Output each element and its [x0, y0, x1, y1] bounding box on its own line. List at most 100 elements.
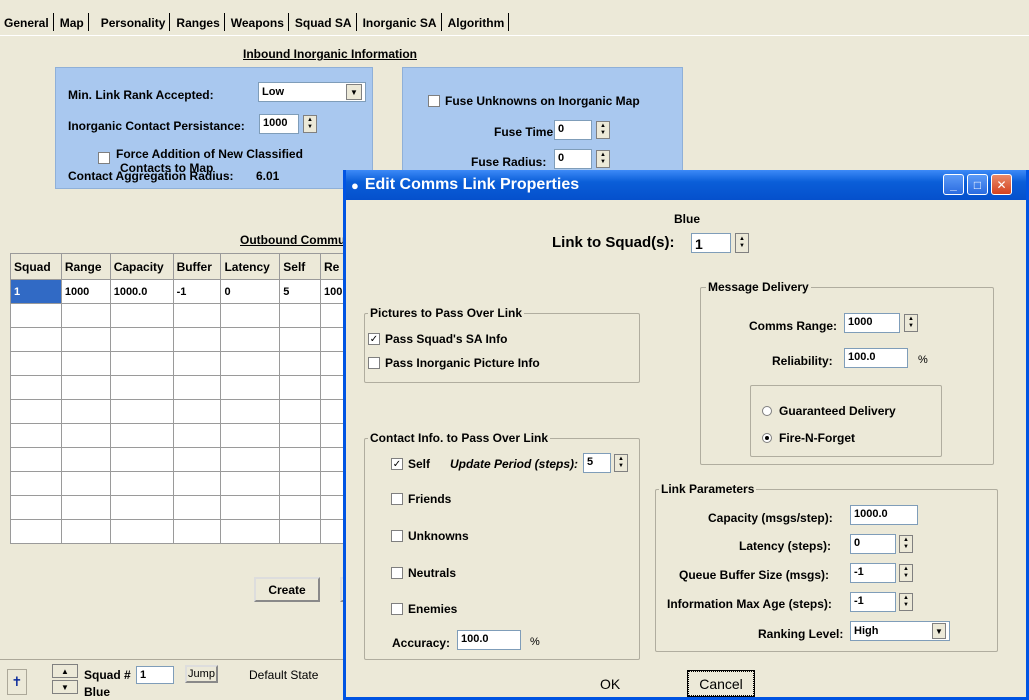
- force-addition-checkbox[interactable]: [98, 152, 110, 164]
- cell-capacity[interactable]: 1000.0: [109, 279, 174, 304]
- cell-self[interactable]: 5: [279, 279, 322, 304]
- queue-buffer-spinner[interactable]: ▲ ▼: [899, 564, 913, 582]
- tab-weapons[interactable]: Weapons: [227, 13, 289, 31]
- table-row[interactable]: 1 1000 1000.0 -1 0 5 100: [10, 279, 350, 304]
- table-row[interactable]: [10, 423, 350, 448]
- tab-ranges[interactable]: Ranges: [172, 13, 225, 31]
- table-row[interactable]: [10, 327, 350, 352]
- tab-divider: [0, 35, 1029, 36]
- table-row[interactable]: [10, 447, 350, 472]
- unknowns-checkbox[interactable]: [391, 530, 403, 542]
- neutrals-label: Neutrals: [408, 566, 457, 580]
- cell-buffer[interactable]: -1: [172, 279, 222, 304]
- link-parameters-title: Link Parameters: [659, 482, 757, 496]
- pictures-group-title: Pictures to Pass Over Link: [368, 306, 525, 320]
- update-period-spinner[interactable]: ▲ ▼: [614, 454, 628, 472]
- cell-range[interactable]: 1000: [60, 279, 111, 304]
- max-age-spinner[interactable]: ▲ ▼: [899, 593, 913, 611]
- col-latency[interactable]: Latency: [220, 253, 281, 280]
- tab-general[interactable]: General: [0, 13, 54, 31]
- fuse-time-spinner[interactable]: ▲ ▼: [596, 121, 610, 139]
- squad-down-button[interactable]: ▼: [52, 680, 78, 694]
- aggregation-label: Contact Aggregation Radius:: [68, 169, 234, 183]
- minimize-icon[interactable]: _: [943, 174, 964, 195]
- pass-sa-label: Pass Squad's SA Info: [385, 332, 508, 346]
- unknowns-label: Unknowns: [408, 529, 469, 543]
- link-to-squads-input[interactable]: 1: [691, 233, 731, 253]
- close-icon[interactable]: ✕: [991, 174, 1012, 195]
- ranking-level-select[interactable]: High ▼: [850, 621, 950, 641]
- table-row[interactable]: [10, 303, 350, 328]
- col-self[interactable]: Self: [279, 253, 322, 280]
- fuse-unknowns-checkbox[interactable]: [428, 95, 440, 107]
- min-link-rank-select[interactable]: Low ▼: [258, 82, 366, 102]
- contact-group-title: Contact Info. to Pass Over Link: [368, 431, 551, 445]
- max-age-input[interactable]: -1: [850, 592, 896, 612]
- edit-comms-link-dialog: ● Edit Comms Link Properties _ □ ✕ Blue …: [343, 170, 1029, 700]
- app-icon: ●: [351, 177, 359, 193]
- cancel-button[interactable]: Cancel: [687, 670, 755, 697]
- pass-inorganic-checkbox[interactable]: [368, 357, 380, 369]
- neutrals-checkbox[interactable]: [391, 567, 403, 579]
- capacity-label: Capacity (msgs/step):: [708, 511, 833, 525]
- fire-n-forget-radio[interactable]: [762, 433, 772, 443]
- persistance-input[interactable]: 1000: [259, 114, 299, 134]
- pass-inorganic-label: Pass Inorganic Picture Info: [385, 356, 540, 370]
- table-row[interactable]: [10, 399, 350, 424]
- fuse-radius-input[interactable]: 0: [554, 149, 592, 169]
- tab-personality[interactable]: Personality: [97, 13, 171, 31]
- guaranteed-radio[interactable]: [762, 406, 772, 416]
- col-buffer[interactable]: Buffer: [172, 253, 222, 280]
- tab-map[interactable]: Map: [56, 13, 89, 31]
- self-checkbox[interactable]: ✓: [391, 458, 403, 470]
- col-squad[interactable]: Squad: [10, 253, 62, 280]
- update-period-input[interactable]: 5: [583, 453, 611, 473]
- accuracy-input[interactable]: 100.0: [457, 630, 521, 650]
- table-row[interactable]: [10, 351, 350, 376]
- delivery-mode-group: [750, 385, 942, 457]
- enemies-label: Enemies: [408, 602, 458, 616]
- friends-checkbox[interactable]: [391, 493, 403, 505]
- table-row[interactable]: [10, 471, 350, 496]
- update-period-label: Update Period (steps):: [450, 457, 579, 471]
- soldier-icon[interactable]: ✝: [7, 669, 27, 695]
- reliability-input[interactable]: 100.0: [844, 348, 908, 368]
- squad-number-input[interactable]: 1: [136, 666, 174, 684]
- col-range[interactable]: Range: [60, 253, 111, 280]
- max-age-label: Information Max Age (steps):: [667, 597, 832, 611]
- fuse-time-input[interactable]: 0: [554, 120, 592, 140]
- chevron-down-icon[interactable]: ▼: [346, 84, 362, 100]
- fuse-radius-spinner[interactable]: ▲ ▼: [596, 150, 610, 168]
- cell-latency[interactable]: 0: [220, 279, 281, 304]
- tab-squad-sa[interactable]: Squad SA: [291, 13, 357, 31]
- tab-algorithm[interactable]: Algorithm: [444, 13, 510, 31]
- squad-up-button[interactable]: ▲: [52, 664, 78, 678]
- maximize-icon[interactable]: □: [967, 174, 988, 195]
- link-to-squads-spinner[interactable]: ▲ ▼: [735, 233, 749, 253]
- dialog-titlebar[interactable]: ● Edit Comms Link Properties _ □ ✕: [346, 170, 1026, 200]
- persistance-spinner[interactable]: ▲ ▼: [303, 115, 317, 133]
- queue-buffer-input[interactable]: -1: [850, 563, 896, 583]
- capacity-input[interactable]: 1000.0: [850, 505, 918, 525]
- message-delivery-title: Message Delivery: [706, 280, 811, 294]
- ok-button[interactable]: OK: [600, 676, 620, 692]
- latency-input[interactable]: 0: [850, 534, 896, 554]
- cell-squad[interactable]: 1: [10, 279, 62, 304]
- pass-sa-checkbox[interactable]: ✓: [368, 333, 380, 345]
- jump-button[interactable]: Jump: [185, 665, 218, 683]
- latency-spinner[interactable]: ▲ ▼: [899, 535, 913, 553]
- table-row[interactable]: [10, 519, 350, 544]
- table-row[interactable]: [10, 495, 350, 520]
- fuse-time-label: Fuse Time:: [494, 125, 558, 139]
- comms-range-spinner[interactable]: ▲ ▼: [904, 314, 918, 332]
- fuse-unknowns-label: Fuse Unknowns on Inorganic Map: [445, 94, 640, 108]
- enemies-checkbox[interactable]: [391, 603, 403, 615]
- tab-inorganic-sa[interactable]: Inorganic SA: [358, 13, 442, 31]
- chevron-down-icon[interactable]: ▼: [932, 623, 946, 639]
- outbound-title: Outbound Commu: [240, 233, 346, 247]
- table-row[interactable]: [10, 375, 350, 400]
- team-label: Blue: [84, 685, 111, 699]
- comms-range-input[interactable]: 1000: [844, 313, 900, 333]
- col-capacity[interactable]: Capacity: [109, 253, 174, 280]
- create-button[interactable]: Create: [254, 577, 320, 602]
